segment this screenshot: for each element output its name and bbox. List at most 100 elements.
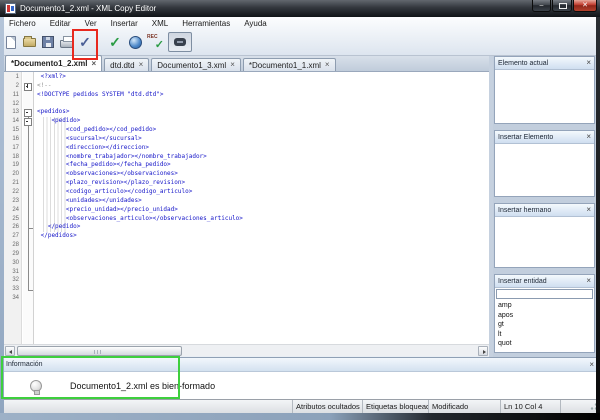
menu-item[interactable]: XML (145, 18, 175, 30)
entity-item[interactable]: apos (498, 311, 591, 321)
line-number: 12 (4, 100, 22, 109)
tab-close-icon[interactable]: × (230, 61, 235, 69)
document-tab[interactable]: *Documento1_2.xml × (5, 55, 102, 71)
validate-dtd-button[interactable]: ✓ (106, 32, 124, 52)
fold-marker[interactable] (22, 268, 34, 277)
save-button[interactable] (39, 32, 57, 52)
fold-marker[interactable] (22, 153, 34, 162)
line-number: 22 (4, 188, 22, 197)
fold-marker[interactable] (22, 117, 34, 126)
maximize-button[interactable] (552, 0, 572, 12)
fold-marker[interactable] (22, 197, 34, 206)
entity-item[interactable]: amp (498, 301, 591, 311)
line-number: 30 (4, 259, 22, 268)
fold-marker[interactable] (22, 144, 34, 153)
window-controls: – ✕ (532, 0, 597, 12)
panel-close-icon[interactable]: × (586, 133, 591, 141)
menu-item[interactable]: Insertar (104, 18, 145, 30)
scroll-right-arrow[interactable] (478, 346, 488, 356)
fold-marker[interactable] (22, 100, 34, 109)
fold-marker[interactable] (22, 135, 34, 144)
line-number: 18 (4, 153, 22, 162)
line-number: 32 (4, 276, 22, 285)
fold-marker[interactable] (22, 294, 34, 303)
fold-marker[interactable] (22, 250, 34, 259)
line-number: 19 (4, 161, 22, 170)
rec-check-icon: REC ✓ (147, 34, 163, 50)
line-number: 20 (4, 170, 22, 179)
panel-body[interactable] (495, 144, 594, 196)
panel-close-icon[interactable]: × (586, 59, 591, 67)
menu-item[interactable]: Ver (78, 18, 104, 30)
tab-close-icon[interactable]: × (325, 61, 330, 69)
panel-body[interactable] (495, 217, 594, 267)
fold-marker[interactable] (22, 91, 34, 100)
document-tab[interactable]: Documento1_3.xml × (151, 58, 241, 71)
fold-marker[interactable] (22, 206, 34, 215)
fold-marker[interactable] (22, 73, 34, 82)
fold-marker[interactable] (22, 161, 34, 170)
panel-body[interactable] (495, 70, 594, 123)
app-icon (5, 3, 16, 14)
code-editor[interactable]: 1 <?xml?> 2 <!-- 11 <!DOCTYPE pedidos SY… (4, 72, 489, 344)
fold-marker[interactable] (22, 126, 34, 135)
editor-line: 24 <precio_unidad></precio_unidad> (4, 206, 489, 215)
close-window-icon: ✕ (582, 2, 588, 9)
tab-close-icon[interactable]: × (91, 60, 96, 68)
fold-marker[interactable] (22, 259, 34, 268)
fold-marker[interactable] (22, 108, 34, 117)
entity-filter-input[interactable] (496, 289, 593, 299)
line-number: 31 (4, 268, 22, 277)
document-tab[interactable]: dtd.dtd × (104, 58, 149, 71)
fold-marker[interactable] (22, 170, 34, 179)
close-button[interactable]: ✕ (573, 0, 597, 12)
globe-icon (129, 36, 142, 49)
fold-marker[interactable] (22, 241, 34, 250)
lock-tags-icon (174, 38, 186, 46)
menu-item[interactable]: Editar (43, 18, 78, 30)
fold-marker[interactable] (22, 285, 34, 294)
menu-item[interactable]: Ayuda (237, 18, 274, 30)
title-bar: Documento1_2.xml - XML Copy Editor (0, 0, 600, 17)
panel-insert-sibling: Insertar hermano × (494, 203, 595, 268)
browser-preview-button[interactable] (126, 32, 144, 52)
fold-marker[interactable] (22, 223, 34, 232)
scroll-left-arrow[interactable] (5, 346, 15, 356)
minimize-button[interactable]: – (532, 0, 551, 12)
print-button[interactable] (58, 32, 76, 52)
entity-item[interactable]: lt (498, 330, 591, 340)
panel-close-icon[interactable]: × (586, 206, 591, 214)
fold-marker[interactable] (22, 276, 34, 285)
entity-item[interactable]: quot (498, 339, 591, 349)
fold-marker[interactable] (22, 179, 34, 188)
check-wellformed-button[interactable]: ✓ (76, 32, 94, 52)
fold-marker[interactable] (22, 232, 34, 241)
panel-close-icon[interactable]: × (586, 277, 591, 285)
entity-item[interactable]: gt (498, 320, 591, 330)
status-locked-tags: Etiquetas bloqueadas (362, 400, 428, 413)
editor-line: 27 </pedidos> (4, 232, 489, 241)
open-button[interactable] (20, 32, 38, 52)
editor-line: 14 <pedido> (4, 117, 489, 126)
menu-item[interactable]: Fichero (2, 18, 43, 30)
new-document-button[interactable] (2, 32, 20, 52)
code-text (34, 285, 37, 294)
line-number: 16 (4, 135, 22, 144)
info-close-icon[interactable]: × (589, 361, 594, 369)
fold-marker[interactable] (22, 215, 34, 224)
document-tab[interactable]: *Documento1_1.xml × (243, 58, 336, 71)
fold-marker[interactable] (22, 188, 34, 197)
toolbar: ✓ ✓ REC ✓ (0, 30, 600, 55)
fold-marker[interactable] (22, 82, 34, 91)
menu-item[interactable]: Herramientas (175, 18, 237, 30)
line-number: 29 (4, 250, 22, 259)
editor-line: 15 <cod_pedido></cod_pedido> (4, 126, 489, 135)
scrollbar-thumb[interactable] (17, 346, 182, 356)
editor-line: 16 <sucursal></sucursal> (4, 135, 489, 144)
validate-relaxng-button[interactable]: REC ✓ (146, 32, 164, 52)
protect-tags-toggle[interactable] (168, 32, 192, 52)
horizontal-scrollbar[interactable] (4, 344, 489, 356)
entity-list: amp apos gt lt quot (495, 300, 594, 352)
editor-line: 19 <fecha_pedido></fecha_pedido> (4, 161, 489, 170)
tab-close-icon[interactable]: × (139, 61, 144, 69)
